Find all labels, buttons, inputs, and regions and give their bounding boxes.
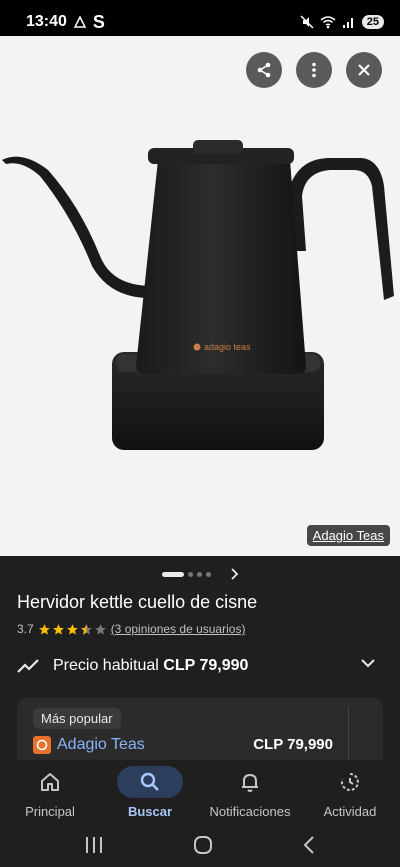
status-time: 13:40 [26,13,67,30]
star-icon [52,623,64,635]
product-image-area[interactable]: adagio teas Adagio Teas [0,36,400,556]
kettle-brand-text: adagio teas [204,342,251,352]
carousel-dot [187,571,193,577]
nav-label: Principal [25,804,75,819]
rating-stars [38,623,107,636]
bottom-navigation: Principal Buscar Notificaciones Activida… [0,760,400,823]
wifi-icon [320,16,336,29]
chevron-down-icon[interactable] [361,658,375,668]
carousel-dot [205,571,211,577]
star-half-icon [80,623,92,635]
carousel-dot [196,571,202,577]
kettle-image: adagio teas [2,140,394,450]
price-history-row[interactable]: Precio habitual CLP 79,990 [17,652,383,680]
battery-icon: 25 [361,15,384,29]
nav-item-buscar[interactable]: Buscar [100,760,200,823]
rating-row: 3.7 (3 opiniones de usuarios) [17,622,245,636]
nav-label: Actividad [323,804,377,819]
card-divider [348,706,349,762]
store-name-link[interactable]: Adagio Teas [57,736,145,754]
image-source-link[interactable]: Adagio Teas [306,525,390,546]
chevron-right-icon[interactable] [229,568,239,580]
nav-label: Buscar [127,804,173,819]
nav-label: Notificaciones [209,804,291,819]
popular-badge: Más popular [33,708,121,729]
close-button[interactable] [346,52,382,88]
back-icon[interactable] [302,835,316,855]
nav-item-actividad[interactable]: Actividad [300,760,400,823]
star-empty-icon [94,623,106,635]
store-logo-icon [33,736,51,754]
more-options-button[interactable] [296,52,332,88]
rating-value: 3.7 [17,622,34,636]
share-button[interactable] [246,52,282,88]
price-value: CLP 79,990 [163,657,249,674]
nav-item-notificaciones[interactable]: Notificaciones [200,760,300,823]
search-icon [140,772,159,791]
star-icon [38,623,50,635]
sync-icon [73,15,87,28]
product-title: Hervidor kettle cuello de cisne [17,592,258,612]
price-label: Precio habitual [53,657,159,674]
mute-icon [300,15,314,29]
s-icon: S [92,11,105,32]
share-icon [257,62,271,78]
star-icon [66,623,78,635]
more-vert-icon [312,62,316,78]
signal-icon [342,18,353,28]
image-carousel-indicator [0,565,400,583]
carousel-dot [161,571,184,577]
home-icon [41,773,59,791]
home-button-icon[interactable] [193,835,213,855]
offer-card[interactable]: Más popular Adagio Teas CLP 79,990 [17,698,383,768]
bell-icon [242,773,258,792]
close-icon [358,64,370,76]
activity-icon [340,773,359,791]
recent-apps-icon[interactable] [84,836,104,854]
nav-item-principal[interactable]: Principal [0,760,100,823]
store-price: CLP 79,990 [253,736,333,753]
system-navigation-bar [0,823,400,867]
reviews-link[interactable]: (3 opiniones de usuarios) [111,622,246,636]
trending-icon [17,659,39,673]
